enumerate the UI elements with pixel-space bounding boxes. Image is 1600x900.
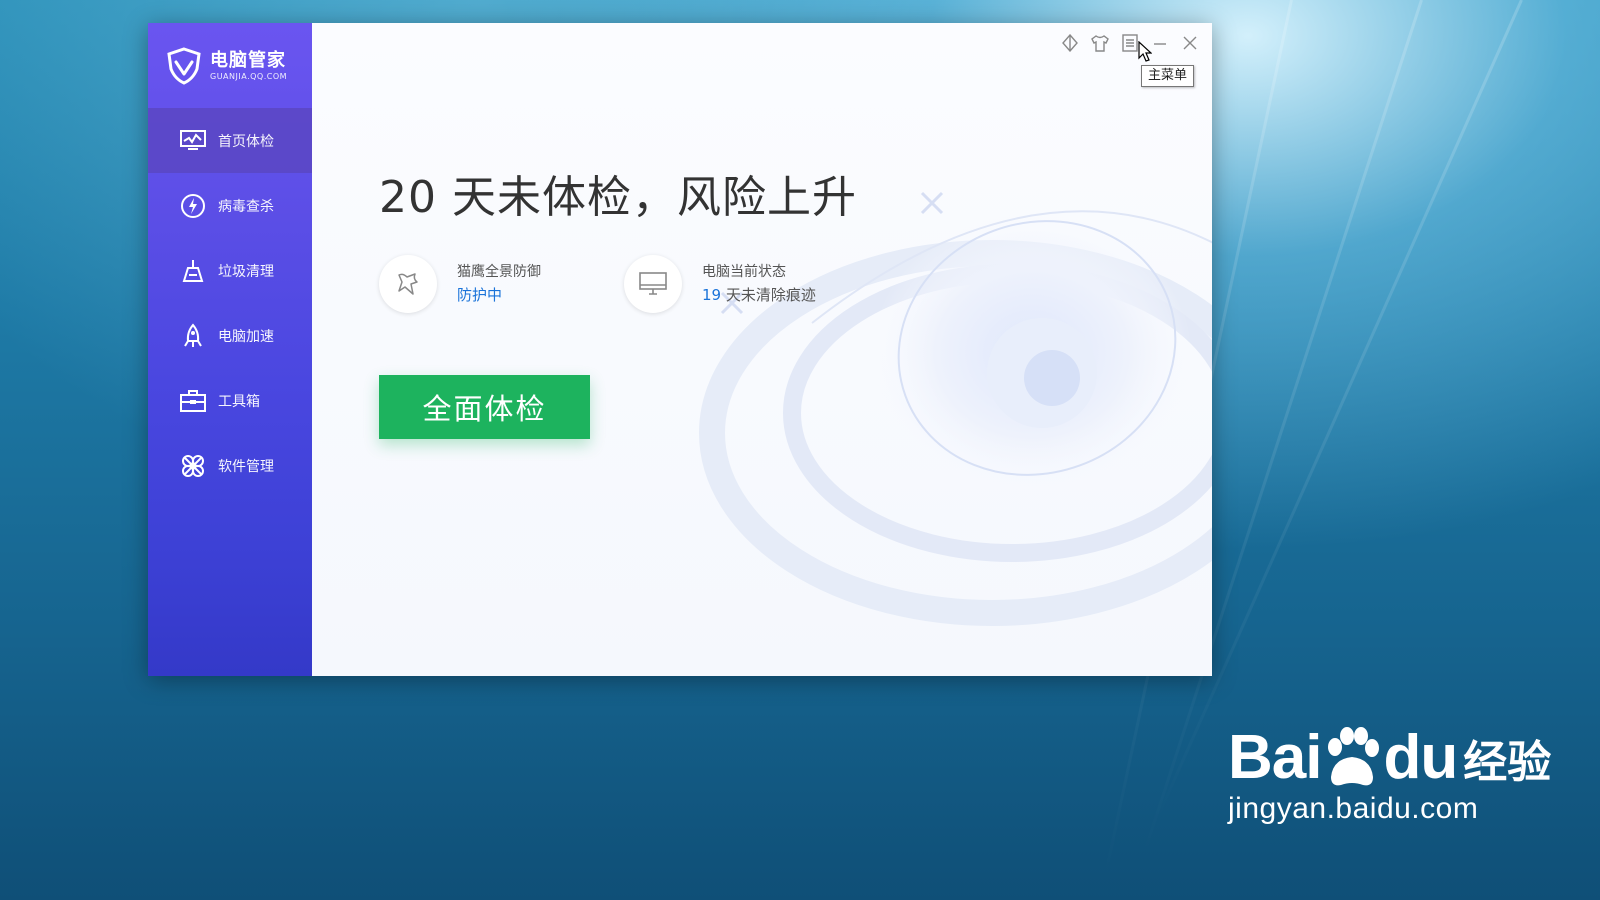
clover-icon <box>180 453 206 479</box>
pc-status-suffix: 天未清除痕迹 <box>721 286 816 304</box>
pc-status-title: 电脑当前状态 <box>702 264 786 280</box>
broom-icon <box>180 258 206 284</box>
monitor-checkup-icon <box>180 128 206 154</box>
sidebar-item-label: 电脑加速 <box>218 328 274 345</box>
mouse-cursor-icon <box>1138 41 1152 62</box>
watermark-jingyan: 经验 <box>1463 737 1552 788</box>
skin-icon[interactable] <box>1060 33 1080 53</box>
toolbox-icon <box>180 388 206 414</box>
defense-title: 猫鹰全景防御 <box>457 264 541 280</box>
monitor-icon <box>624 255 682 313</box>
watermark-url: jingyan.baidu.com <box>1228 792 1479 825</box>
app-window: 电脑管家 GUANJIA.QQ.COM 首页体检 病毒查杀 垃圾清理 电脑加速 … <box>148 23 1212 676</box>
baidu-paw-icon <box>1328 727 1380 786</box>
menu-icon[interactable] <box>1120 33 1140 53</box>
shirt-icon[interactable] <box>1090 33 1110 53</box>
sidebar-item-home-checkup[interactable]: 首页体检 <box>148 108 312 173</box>
sidebar-item-label: 软件管理 <box>218 458 274 475</box>
rocket-icon <box>180 322 206 349</box>
window-controls <box>1060 33 1200 53</box>
sidebar-item-virus-scan[interactable]: 病毒查杀 <box>148 173 312 238</box>
sidebar-nav: 首页体检 病毒查杀 垃圾清理 电脑加速 工具箱 软件管理 <box>148 108 312 498</box>
main-panel: 20 天未体检，风险上升 猫鹰全景防御 防护中 电脑当前状态 19 天未清除痕迹… <box>312 23 1212 676</box>
close-icon[interactable] <box>1180 33 1200 53</box>
page-headline: 20 天未体检，风险上升 <box>379 172 857 223</box>
eagle-shield-icon <box>379 255 437 313</box>
shield-logo-icon <box>167 46 201 85</box>
defense-status-value[interactable]: 防护中 <box>457 283 541 307</box>
brand-name: 电脑管家 <box>210 50 286 71</box>
sidebar-item-label: 垃圾清理 <box>218 263 274 280</box>
brand-domain: GUANJIA.QQ.COM <box>210 72 288 81</box>
sidebar-item-junk-clean[interactable]: 垃圾清理 <box>148 238 312 303</box>
sidebar-item-label: 首页体检 <box>218 133 274 150</box>
lightning-shield-icon <box>180 193 206 219</box>
sidebar: 电脑管家 GUANJIA.QQ.COM 首页体检 病毒查杀 垃圾清理 电脑加速 … <box>148 23 312 676</box>
main-menu-tooltip: 主菜单 <box>1141 65 1195 87</box>
sidebar-item-label: 工具箱 <box>218 393 260 410</box>
sidebar-item-speed-up[interactable]: 电脑加速 <box>148 303 312 368</box>
sidebar-item-label: 病毒查杀 <box>218 198 274 215</box>
minimize-icon[interactable] <box>1150 33 1170 53</box>
watermark-du: du <box>1383 723 1458 792</box>
full-checkup-button[interactable]: 全面体检 <box>379 375 590 439</box>
baidu-jingyan-watermark: Bai du 经验 jingyan.baidu.com <box>1228 726 1551 826</box>
brand-header: 电脑管家 GUANJIA.QQ.COM <box>148 23 312 108</box>
sidebar-item-software-manager[interactable]: 软件管理 <box>148 433 312 498</box>
pc-status[interactable]: 电脑当前状态 19 天未清除痕迹 <box>624 255 816 313</box>
orbit-decoration-graphic <box>699 191 1212 626</box>
defense-status[interactable]: 猫鹰全景防御 防护中 <box>379 255 541 313</box>
pc-status-value[interactable]: 19 天未清除痕迹 <box>702 283 816 307</box>
watermark-bai: Bai <box>1228 723 1322 792</box>
pc-status-days: 19 <box>702 286 722 304</box>
sidebar-item-toolbox[interactable]: 工具箱 <box>148 368 312 433</box>
